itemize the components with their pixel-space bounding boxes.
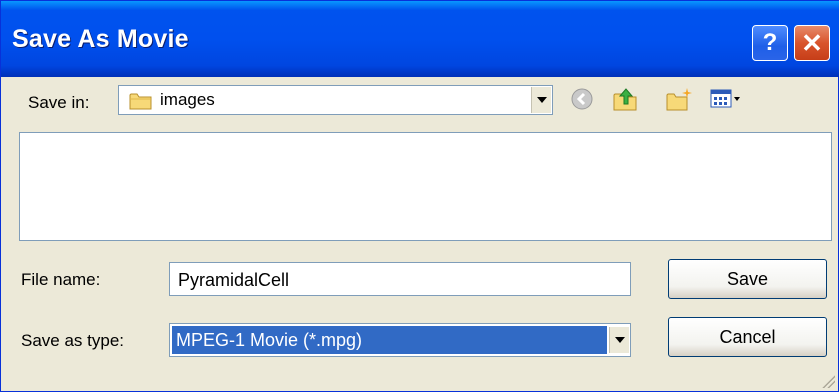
- save-as-type-dropdown[interactable]: MPEG-1 Movie (*.mpg): [169, 323, 631, 357]
- help-button[interactable]: ?: [752, 25, 788, 61]
- file-name-input[interactable]: PyramidalCell: [169, 262, 631, 296]
- new-folder-icon[interactable]: [665, 87, 693, 111]
- save-button[interactable]: Save: [668, 259, 827, 299]
- save-in-value: images: [160, 90, 215, 109]
- save-in-label: Save in:: [28, 93, 90, 112]
- save-as-type-label: Save as type:: [21, 331, 125, 350]
- save-in-dropdown-arrow[interactable]: [531, 87, 551, 113]
- file-name-value: PyramidalCell: [178, 270, 290, 290]
- title-bar[interactable]: Save As Movie ? ✕: [1, 1, 839, 77]
- chevron-down-icon: [614, 337, 625, 343]
- cancel-button[interactable]: Cancel: [668, 317, 827, 357]
- close-button[interactable]: ✕: [794, 25, 830, 61]
- resize-grip-icon[interactable]: [821, 374, 835, 388]
- window-title: Save As Movie: [12, 25, 189, 53]
- chevron-down-icon: [536, 97, 547, 103]
- view-menu-icon[interactable]: [709, 87, 741, 111]
- save-as-type-dropdown-arrow[interactable]: [609, 327, 629, 353]
- file-name-label: File name:: [21, 270, 101, 289]
- file-list[interactable]: [19, 132, 832, 241]
- folder-icon: [129, 91, 153, 116]
- up-folder-icon[interactable]: [612, 87, 640, 111]
- save-as-type-value: MPEG-1 Movie (*.mpg): [176, 330, 363, 350]
- back-icon[interactable]: [570, 87, 594, 111]
- save-as-movie-dialog: Save As Movie ? ✕ Save in: images File n…: [0, 0, 839, 392]
- save-in-dropdown[interactable]: images: [118, 85, 553, 115]
